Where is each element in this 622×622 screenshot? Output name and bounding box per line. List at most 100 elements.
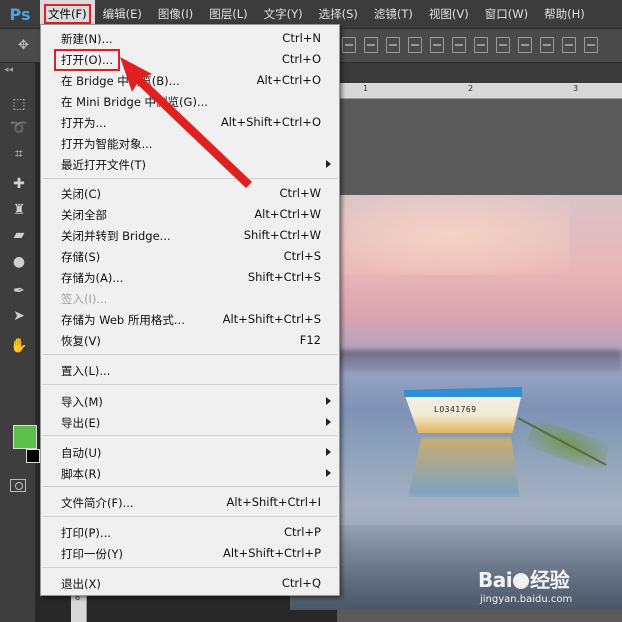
lasso-icon[interactable]: ➰ xyxy=(10,119,28,137)
menu-item-label: 脚本(R) xyxy=(61,467,101,481)
menu-item-browse-mini-bridge[interactable]: 在 Mini Bridge 中浏览(G)... xyxy=(41,91,339,111)
collapse-icon[interactable]: ◂◂ xyxy=(4,65,13,75)
hand-icon[interactable]: ✋ xyxy=(10,337,28,355)
menu-item-print[interactable]: 打印(P)... Ctrl+P xyxy=(41,522,339,542)
distribute-bottom-icon[interactable] xyxy=(518,37,532,53)
menu-item-label: 打开为智能对象... xyxy=(61,137,153,151)
menu-item-label: 关闭(C) xyxy=(61,187,102,201)
menu-item-open[interactable]: 打开(O)... Ctrl+O xyxy=(41,49,339,71)
pen-icon[interactable]: ✒ xyxy=(10,282,28,300)
ruler-h-tick: 1 xyxy=(363,84,369,93)
photoshop-logo: Ps xyxy=(9,4,31,24)
menu-item-label: 最近打开文件(T) xyxy=(61,158,146,172)
menu-item-label: 存储(S) xyxy=(61,250,101,264)
sky-glow xyxy=(330,195,570,275)
watermark-text-a: Bai xyxy=(478,568,513,592)
menu-item-open-as[interactable]: 打开为... Alt+Shift+Ctrl+O xyxy=(41,112,339,132)
menu-item-label: 导出(E) xyxy=(61,416,101,430)
menu-item-close[interactable]: 关闭(C) Ctrl+W xyxy=(41,183,339,203)
distribute-left-icon[interactable] xyxy=(540,37,554,53)
move-tool-icon[interactable]: ✥ xyxy=(18,38,29,53)
menu-item-new[interactable]: 新建(N)... Ctrl+N xyxy=(41,28,339,48)
quick-mask-icon[interactable] xyxy=(10,479,26,492)
menu-view[interactable]: 视图(V) xyxy=(421,0,477,28)
menu-item-exit[interactable]: 退出(X) Ctrl+Q xyxy=(41,573,339,593)
align-hcenter-icon[interactable] xyxy=(430,37,444,53)
distribute-hcenter-icon[interactable] xyxy=(562,37,576,53)
menu-item-place[interactable]: 置入(L)... xyxy=(41,360,339,380)
submenu-arrow-icon xyxy=(326,418,331,426)
stamp-icon[interactable]: ♜ xyxy=(10,201,28,219)
menu-item-save-as[interactable]: 存储为(A)... Shift+Ctrl+S xyxy=(41,267,339,287)
menu-item-export[interactable]: 导出(E) xyxy=(41,412,339,432)
menu-item-label: 退出(X) xyxy=(61,577,101,591)
menu-item-label: 打印一份(Y) xyxy=(61,547,123,561)
align-left-icon[interactable] xyxy=(408,37,422,53)
watermark-url: jingyan.baidu.com xyxy=(480,594,573,605)
menu-item-automate[interactable]: 自动(U) xyxy=(41,442,339,462)
foreground-color-swatch[interactable] xyxy=(13,425,37,449)
menu-item-shortcut: Shift+Ctrl+S xyxy=(247,270,321,284)
menu-item-label: 文件简介(F)... xyxy=(61,496,134,510)
menu-item-shortcut: Alt+Ctrl+O xyxy=(256,73,321,87)
align-top-icon[interactable] xyxy=(342,37,356,53)
menu-item-check-in: 签入(I)... xyxy=(41,288,339,308)
align-right-icon[interactable] xyxy=(452,37,466,53)
menu-item-label: 关闭并转到 Bridge... xyxy=(61,229,171,243)
ruler-h-tick: 2 xyxy=(468,84,474,93)
submenu-arrow-icon xyxy=(326,397,331,405)
menu-separator xyxy=(43,354,337,355)
menu-item-open-smart-object[interactable]: 打开为智能对象... xyxy=(41,133,339,153)
menu-item-save[interactable]: 存储(S) Ctrl+S xyxy=(41,246,339,266)
baidu-paw-icon xyxy=(513,573,530,589)
menu-item-shortcut: Ctrl+N xyxy=(282,31,321,45)
crop-icon[interactable]: ⌗ xyxy=(10,145,28,163)
path-select-icon[interactable]: ➤ xyxy=(10,307,28,325)
align-bottom-icon[interactable] xyxy=(386,37,400,53)
menu-filter[interactable]: 滤镜(T) xyxy=(366,0,421,28)
align-icons-group xyxy=(342,37,598,53)
menu-help[interactable]: 帮助(H) xyxy=(536,0,593,28)
distribute-right-icon[interactable] xyxy=(584,37,598,53)
menu-item-shortcut: Alt+Shift+Ctrl+O xyxy=(220,115,321,129)
menu-item-shortcut: Ctrl+P xyxy=(283,525,321,539)
menu-item-label: 在 Bridge 中浏览(B)... xyxy=(61,74,180,88)
menu-item-browse-bridge[interactable]: 在 Bridge 中浏览(B)... Alt+Ctrl+O xyxy=(41,70,339,90)
menu-item-revert[interactable]: 恢复(V) F12 xyxy=(41,330,339,350)
menu-item-label: 打开(O)... xyxy=(54,49,120,71)
background-color-swatch[interactable] xyxy=(26,449,40,463)
eraser-icon[interactable]: ▰ xyxy=(10,226,28,244)
menu-item-label: 导入(M) xyxy=(61,395,103,409)
menu-window[interactable]: 窗口(W) xyxy=(477,0,536,28)
menu-item-file-info[interactable]: 文件简介(F)... Alt+Shift+Ctrl+I xyxy=(41,492,339,512)
menu-item-print-one-copy[interactable]: 打印一份(Y) Alt+Shift+Ctrl+P xyxy=(41,543,339,563)
submenu-arrow-icon xyxy=(326,469,331,477)
menu-item-save-for-web[interactable]: 存储为 Web 所用格式... Alt+Shift+Ctrl+S xyxy=(41,309,339,329)
menu-item-shortcut: Alt+Shift+Ctrl+S xyxy=(222,312,321,326)
menu-separator xyxy=(43,435,337,436)
distribute-top-icon[interactable] xyxy=(474,37,488,53)
boat-number: LO341769 xyxy=(434,405,477,414)
menu-separator xyxy=(43,486,337,487)
marquee-icon[interactable]: ⬚ xyxy=(10,95,28,113)
boat: LO341769 xyxy=(404,383,524,439)
menu-item-shortcut: Alt+Shift+Ctrl+I xyxy=(226,495,321,509)
menu-item-label: 签入(I)... xyxy=(61,292,108,306)
blur-icon[interactable]: ● xyxy=(10,253,28,271)
menu-item-close-all[interactable]: 关闭全部 Alt+Ctrl+W xyxy=(41,204,339,224)
healing-brush-icon[interactable]: ✚ xyxy=(10,175,28,193)
horizontal-ruler: 1 2 3 xyxy=(337,83,622,99)
menu-item-open-recent[interactable]: 最近打开文件(T) xyxy=(41,154,339,174)
menu-item-label: 恢复(V) xyxy=(61,334,101,348)
menu-item-shortcut: Ctrl+W xyxy=(279,186,321,200)
menu-item-scripts[interactable]: 脚本(R) xyxy=(41,463,339,483)
menu-separator xyxy=(43,516,337,517)
submenu-arrow-icon xyxy=(326,160,331,168)
menu-item-shortcut: Alt+Ctrl+W xyxy=(254,207,321,221)
distribute-vcenter-icon[interactable] xyxy=(496,37,510,53)
align-vcenter-icon[interactable] xyxy=(364,37,378,53)
menu-item-close-go-bridge[interactable]: 关闭并转到 Bridge... Shift+Ctrl+W xyxy=(41,225,339,245)
menu-item-label: 存储为 Web 所用格式... xyxy=(61,313,185,327)
menu-item-shortcut: Ctrl+Q xyxy=(281,576,321,590)
menu-item-import[interactable]: 导入(M) xyxy=(41,391,339,411)
